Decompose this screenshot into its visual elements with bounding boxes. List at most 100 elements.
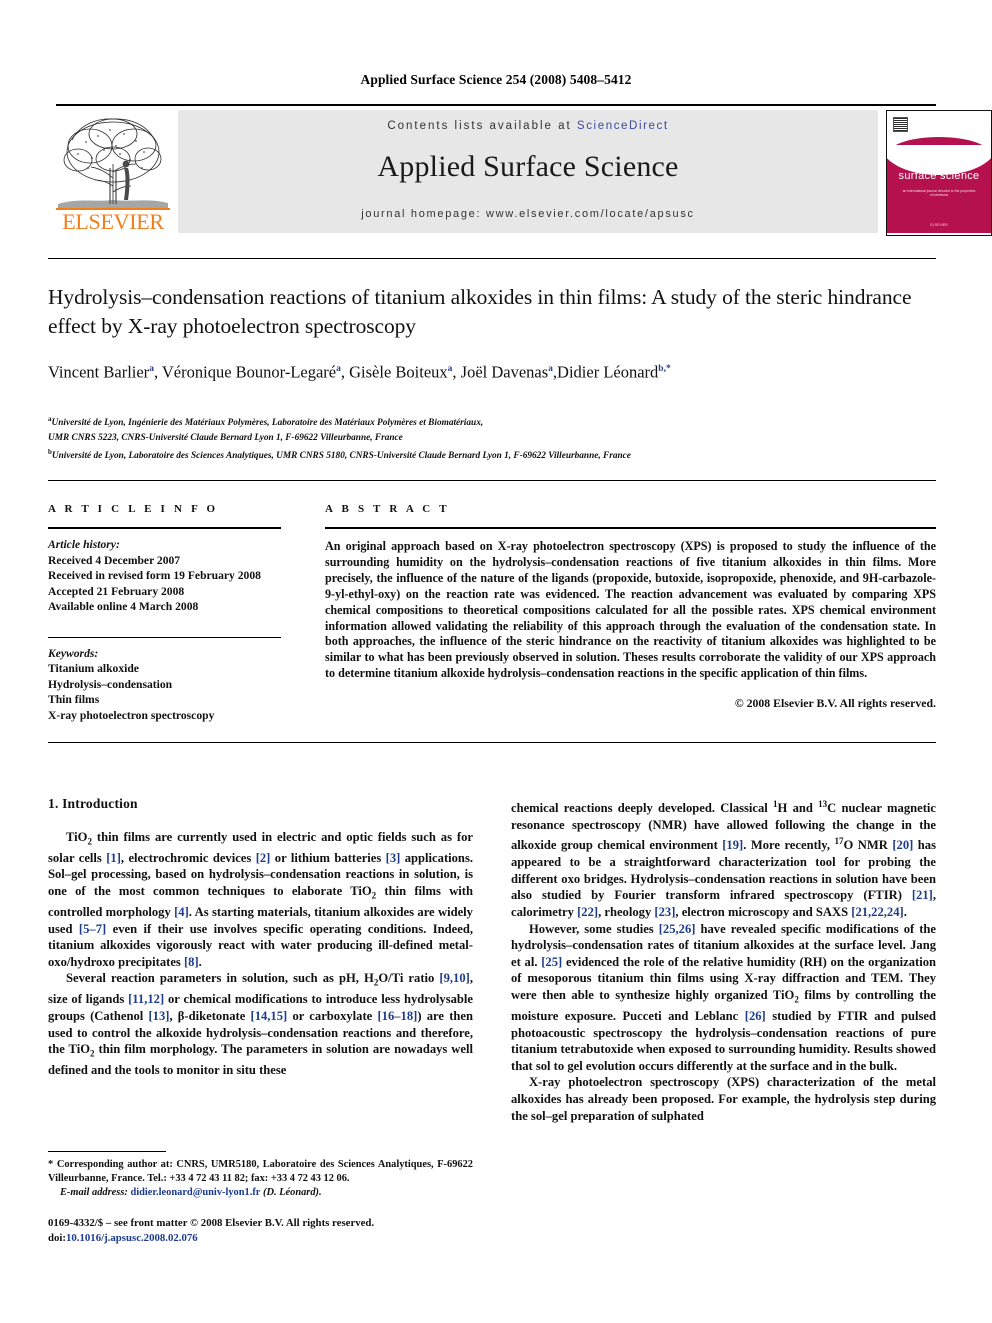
body-column-left: 1. Introduction TiO2 thin films are curr… — [48, 796, 473, 1079]
page-title: Hydrolysis–condensation reactions of tit… — [48, 285, 912, 338]
history-item: Available online 4 March 2008 — [48, 600, 199, 613]
elsevier-logo: ELSEVIER — [56, 110, 170, 234]
corresponding-author-text: Corresponding author at: CNRS, UMR5180, … — [48, 1159, 473, 1184]
abstract-heading: A B S T R A C T — [325, 503, 450, 515]
citation-ref[interactable]: [25] — [541, 955, 562, 969]
citation-ref[interactable]: [16–18] — [377, 1009, 417, 1023]
author-affiliation-mark: a — [149, 364, 154, 374]
article-info-column: Article history: Received 4 December 200… — [48, 527, 281, 723]
footnote-email-line: E-mail address: didier.leonard@univ-lyon… — [48, 1186, 473, 1200]
doi-line: doi:10.1016/j.apsusc.2008.02.076 — [48, 1231, 518, 1246]
footnote-text: * Corresponding author at: CNRS, UMR5180… — [48, 1158, 473, 1200]
citation-ref[interactable]: [23] — [654, 905, 675, 919]
footnote-marker: * — [48, 1159, 54, 1170]
affiliation-item-cont: UMR CNRS 5223, CNRS-Université Claude Be… — [48, 432, 403, 443]
author-affiliation-mark: a — [336, 364, 341, 374]
citation-ref[interactable]: [21,22,24] — [851, 905, 903, 919]
citation-ref[interactable]: [8] — [184, 955, 199, 969]
keyword-item: Thin films — [48, 693, 100, 706]
citation-ref[interactable]: [2] — [256, 851, 271, 865]
author-affiliation-mark: a — [548, 364, 553, 374]
body-paragraph: chemical reactions deeply developed. Cla… — [511, 799, 937, 919]
contents-banner: Contents lists available at ScienceDirec… — [178, 110, 878, 233]
doi-link[interactable]: 10.1016/j.apsusc.2008.02.076 — [66, 1232, 198, 1244]
author-name: Vincent Barlier — [48, 362, 150, 382]
citation-ref[interactable]: [21] — [912, 888, 933, 902]
affiliation-item: bUniversité de Lyon, Laboratoire des Sci… — [48, 448, 631, 462]
body-paragraph: TiO2 thin films are currently used in el… — [48, 829, 473, 969]
paper-page: Applied Surface Science 254 (2008) 5408–… — [0, 0, 992, 1323]
imprint-block: 0169-4332/$ – see front matter © 2008 El… — [48, 1216, 518, 1246]
keyword-item: X-ray photoelectron spectroscopy — [48, 708, 215, 722]
article-history-block: Article history: Received 4 December 200… — [48, 529, 281, 615]
citation-ref[interactable]: [11,12] — [128, 992, 164, 1006]
sciencedirect-link[interactable]: ScienceDirect — [577, 120, 669, 132]
citation-ref[interactable]: [26] — [745, 1009, 766, 1023]
corresponding-author-footnote: * Corresponding author at: CNRS, UMR5180… — [48, 1151, 473, 1200]
journal-cover-thumbnail[interactable]: applied surface science an international… — [886, 110, 992, 236]
abstract-top-rule — [48, 480, 936, 481]
body-paragraph: X-ray photoelectron spectroscopy (XPS) c… — [511, 1075, 936, 1123]
journal-homepage-link[interactable]: journal homepage: www.elsevier.com/locat… — [178, 208, 878, 220]
citation-ref[interactable]: [5–7] — [79, 922, 106, 936]
citation-ref[interactable]: [20] — [892, 839, 913, 853]
affiliation-mark: b — [48, 448, 52, 457]
citation-ref[interactable]: [3] — [386, 851, 401, 865]
citation-ref[interactable]: [19] — [722, 839, 743, 853]
abstract-copyright: © 2008 Elsevier B.V. All rights reserved… — [734, 696, 936, 711]
cover-subtitle: an international journal devoted to the … — [902, 189, 976, 198]
cover-publisher-icon — [893, 117, 908, 132]
abstract-text: An original approach based on X-ray phot… — [325, 539, 936, 681]
cover-footer-wordmark: ELSEVIER — [930, 223, 948, 227]
citation-ref[interactable]: [14,15] — [251, 1009, 288, 1023]
affiliation-item: aUniversité de Lyon, Ingénierie des Maté… — [48, 415, 484, 429]
author-name: Joël Davenas — [460, 362, 549, 382]
author-affiliation-mark: b,* — [658, 364, 671, 374]
author-name: Gisèle Boiteux — [349, 362, 448, 382]
doi-label: doi: — [48, 1232, 66, 1244]
keywords-block: Keywords: Titanium alkoxide Hydrolysis–c… — [48, 638, 281, 724]
citation-ref[interactable]: [13] — [148, 1009, 169, 1023]
keywords-label: Keywords: — [48, 646, 99, 660]
citation-ref[interactable]: [1] — [106, 851, 121, 865]
elsevier-tree-icon — [58, 112, 168, 210]
citation-ref[interactable]: [25,26] — [659, 922, 696, 936]
journal-masthead: ELSEVIER Contents lists available at Sci… — [56, 104, 992, 236]
issn-line: 0169-4332/$ – see front matter © 2008 El… — [48, 1217, 375, 1229]
citation-ref[interactable]: [4] — [174, 905, 189, 919]
elsevier-wordmark: ELSEVIER — [62, 209, 164, 234]
author-name: Didier Léonard — [557, 362, 659, 382]
author-name: Véronique Bounor-Legaré — [161, 362, 337, 382]
body-paragraph: Several reaction parameters in solution,… — [48, 971, 474, 1078]
author-affiliation-mark: a — [447, 364, 453, 374]
masthead-top-rule — [56, 104, 936, 106]
article-history-label: Article history: — [48, 538, 120, 551]
footnote-rule — [48, 1151, 166, 1152]
running-head: Applied Surface Science 254 (2008) 5408–… — [360, 72, 632, 87]
cover-title-line1: applied — [920, 157, 958, 169]
cover-title: applied surface science — [887, 157, 991, 183]
journal-title: Applied Surface Science — [377, 150, 679, 183]
abstract-bottom-rule — [48, 742, 936, 743]
history-item: Received 4 December 2007 — [48, 553, 181, 567]
abstract-column: An original approach based on X-ray phot… — [325, 527, 936, 711]
email-link[interactable]: didier.leonard@univ-lyon1.fr — [130, 1187, 260, 1198]
body-column-right: chemical reactions deeply developed. Cla… — [511, 796, 936, 1124]
affiliation-mark: a — [48, 415, 52, 423]
section-heading-introduction: 1. Introduction — [48, 796, 138, 811]
title-separator-rule — [48, 258, 936, 259]
history-item: Accepted 21 February 2008 — [48, 584, 185, 598]
body-paragraph: However, some studies [25,26] have revea… — [511, 921, 937, 1073]
keyword-item: Hydrolysis–condensation — [48, 677, 173, 691]
email-label: E-mail address: — [60, 1187, 128, 1198]
history-item: Received in revised form 19 February 200… — [48, 569, 261, 582]
contents-prefix: Contents lists available at — [387, 120, 577, 132]
email-suffix: (D. Léonard). — [260, 1187, 322, 1198]
citation-ref[interactable]: [22] — [577, 905, 598, 919]
citation-ref[interactable]: [9,10] — [439, 971, 469, 985]
keyword-item: Titanium alkoxide — [48, 662, 139, 675]
affiliation-list: aUniversité de Lyon, Ingénierie des Maté… — [48, 412, 938, 464]
article-info-heading: A R T I C L E I N F O — [48, 503, 219, 515]
author-list: Vincent Barliera, Véronique Bounor-Legar… — [48, 362, 671, 382]
